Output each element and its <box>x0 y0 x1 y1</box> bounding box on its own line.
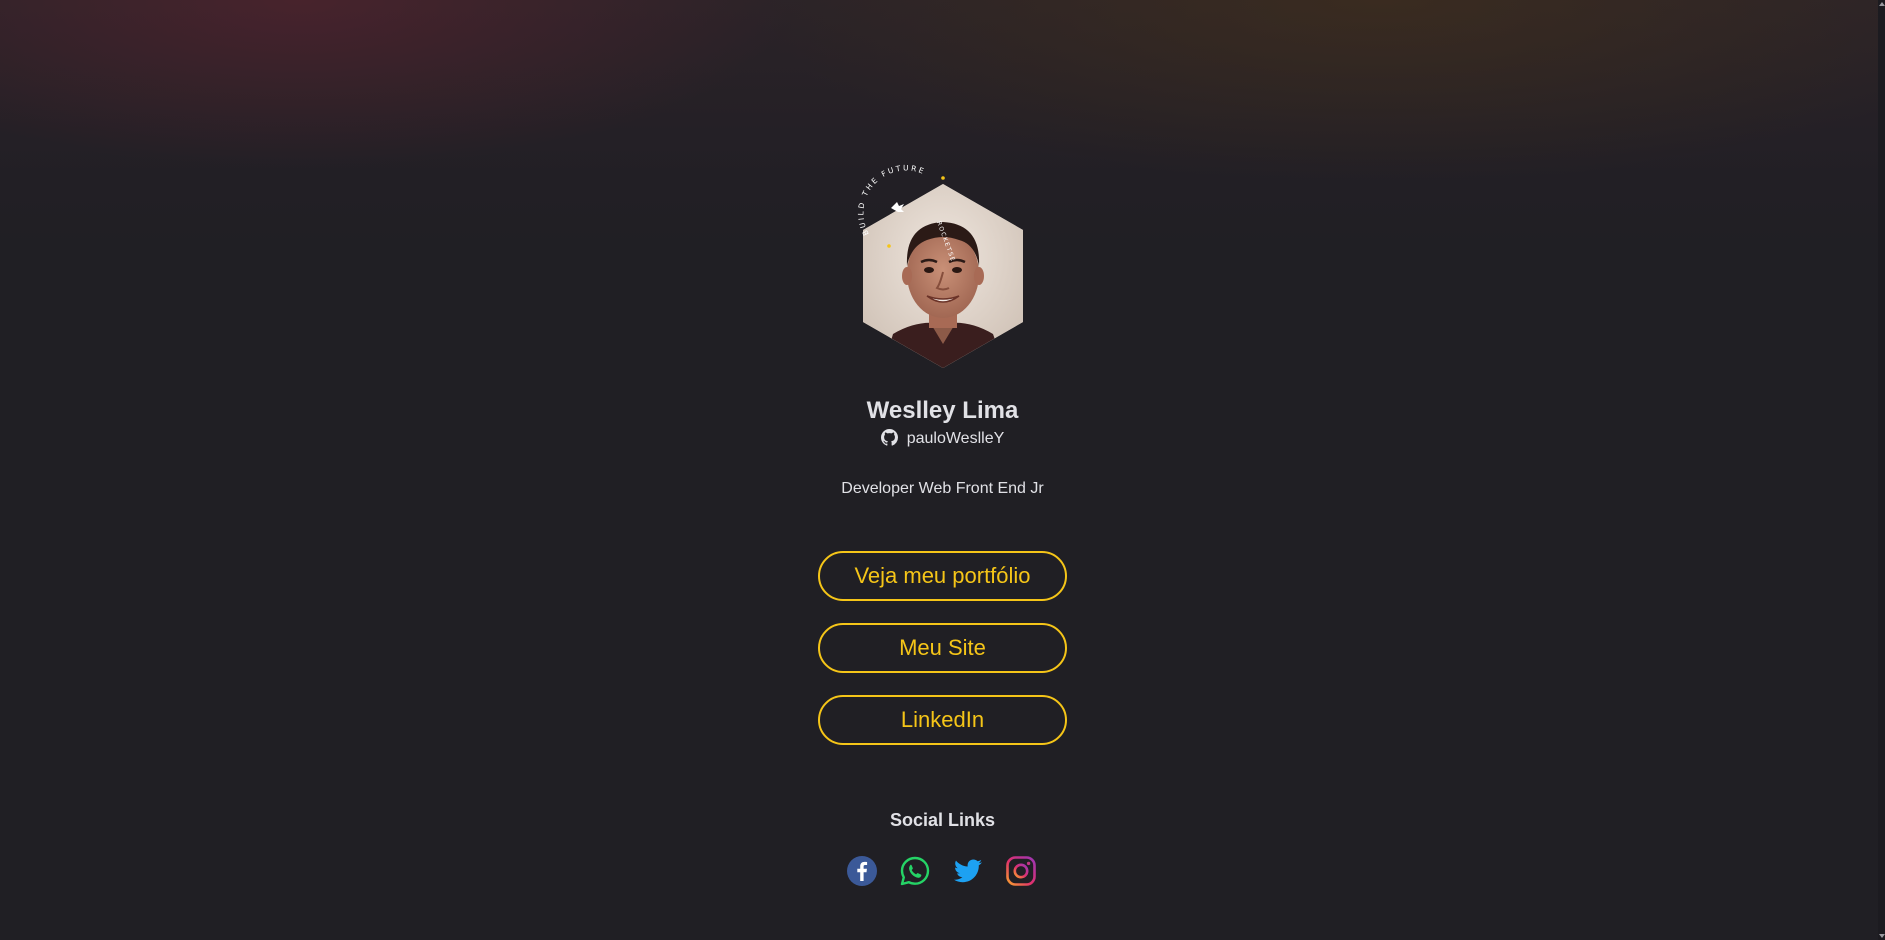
scrollbar[interactable] <box>1878 0 1885 940</box>
scroll-down-icon[interactable] <box>1878 932 1885 940</box>
link-list: Veja meu portfólio Meu Site LinkedIn <box>818 551 1067 767</box>
github-username-text: pauloWeslleY <box>906 430 1005 447</box>
scroll-up-icon[interactable] <box>1878 0 1885 8</box>
instagram-icon[interactable] <box>1005 855 1037 887</box>
profile-name: Weslley Lima <box>866 397 1019 424</box>
linkedin-link-button[interactable]: LinkedIn <box>818 695 1067 745</box>
site-link-button[interactable]: Meu Site <box>818 623 1067 673</box>
github-icon <box>880 429 898 446</box>
rocketseat-badge-icon: BUILD THE FUTURE ROCKETSEAT <box>856 163 960 262</box>
facebook-icon[interactable] <box>846 855 878 887</box>
svg-text:ROCKETSEAT: ROCKETSEAT <box>935 220 960 262</box>
twitter-icon[interactable] <box>952 855 984 887</box>
profile-bio: Developer Web Front End Jr <box>841 480 1044 497</box>
social-icons-list <box>846 855 1046 887</box>
whatsapp-icon[interactable] <box>899 855 931 887</box>
avatar: BUILD THE FUTURE ROCKETSEAT <box>855 162 1035 372</box>
github-username[interactable]: pauloWeslleY <box>0 429 1885 448</box>
portfolio-link-button[interactable]: Veja meu portfólio <box>818 551 1067 601</box>
profile-container: BUILD THE FUTURE ROCKETSEAT Weslley Lima… <box>0 0 1878 940</box>
page: BUILD THE FUTURE ROCKETSEAT Weslley Lima… <box>0 0 1885 940</box>
svg-text:BUILD THE FUTURE: BUILD THE FUTURE <box>856 163 927 237</box>
social-links-title: Social Links <box>889 810 996 830</box>
